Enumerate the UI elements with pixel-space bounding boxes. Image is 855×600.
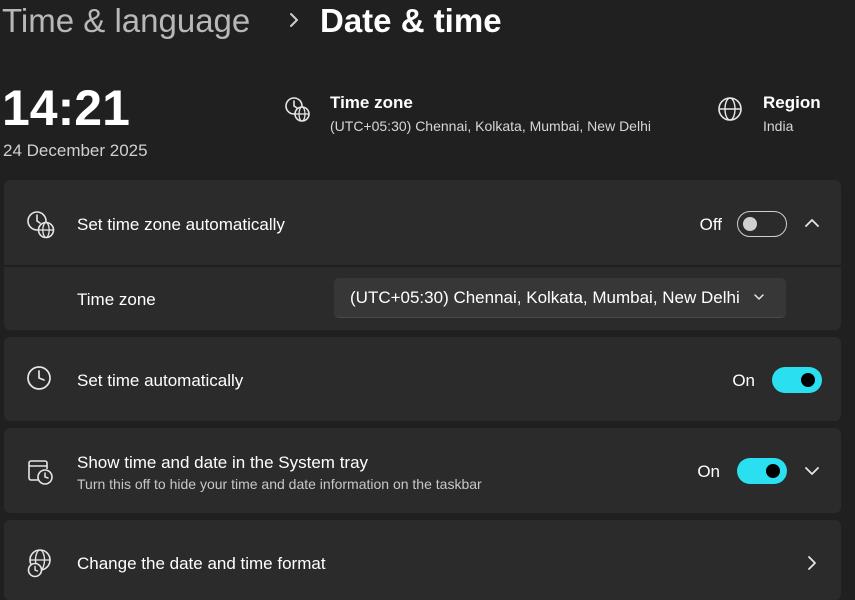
toggle-knob bbox=[801, 373, 815, 387]
system-tray-toggle[interactable] bbox=[737, 458, 787, 484]
toggle-knob bbox=[766, 464, 780, 478]
page-title: Date & time bbox=[320, 2, 502, 39]
chevron-up-icon[interactable] bbox=[804, 215, 820, 231]
system-tray-description: Turn this off to hide your time and date… bbox=[77, 476, 482, 492]
globe-clock-icon bbox=[27, 549, 51, 578]
set-time-auto-state: On bbox=[732, 371, 755, 390]
time-zone-setting-label: Time zone bbox=[77, 290, 156, 309]
toggle-knob bbox=[743, 217, 757, 231]
current-date: 24 December 2025 bbox=[3, 141, 148, 160]
chevron-down-icon[interactable] bbox=[804, 463, 820, 479]
globe-icon bbox=[718, 97, 742, 121]
time-zone-dropdown-value: (UTC+05:30) Chennai, Kolkata, Mumbai, Ne… bbox=[350, 288, 740, 307]
set-time-auto-label: Set time automatically bbox=[77, 371, 244, 390]
region-info-value: India bbox=[763, 118, 794, 134]
time-zone-auto-header[interactable]: Set time zone automatically Off bbox=[4, 180, 841, 265]
current-time: 14:21 bbox=[2, 80, 130, 136]
clock-icon bbox=[27, 366, 51, 390]
clock-globe-icon bbox=[27, 211, 55, 239]
clock-globe-icon bbox=[285, 97, 310, 122]
date-format-label: Change the date and time format bbox=[77, 554, 326, 573]
card-divider bbox=[4, 265, 841, 267]
date-format-card[interactable]: Change the date and time format bbox=[4, 520, 841, 600]
chevron-down-icon bbox=[754, 294, 764, 300]
calendar-clock-icon bbox=[28, 460, 53, 485]
set-time-auto-card: Set time automatically On bbox=[4, 337, 841, 421]
system-tray-state: On bbox=[697, 462, 720, 481]
time-zone-auto-state: Off bbox=[699, 215, 722, 234]
time-zone-auto-label: Set time zone automatically bbox=[77, 215, 285, 234]
breadcrumb-parent[interactable]: Time & language bbox=[2, 0, 250, 42]
system-tray-card: Show time and date in the System tray Tu… bbox=[4, 428, 841, 513]
time-zone-dropdown[interactable]: (UTC+05:30) Chennai, Kolkata, Mumbai, Ne… bbox=[334, 278, 786, 318]
time-zone-info-title: Time zone bbox=[330, 93, 413, 112]
set-time-auto-toggle[interactable] bbox=[772, 367, 822, 393]
time-zone-info-value: (UTC+05:30) Chennai, Kolkata, Mumbai, Ne… bbox=[330, 118, 651, 134]
breadcrumb-chevron-icon bbox=[290, 13, 298, 27]
chevron-right-icon bbox=[808, 556, 816, 570]
time-zone-auto-toggle[interactable] bbox=[737, 211, 787, 237]
system-tray-label: Show time and date in the System tray bbox=[77, 453, 369, 472]
region-info-title: Region bbox=[763, 93, 821, 112]
